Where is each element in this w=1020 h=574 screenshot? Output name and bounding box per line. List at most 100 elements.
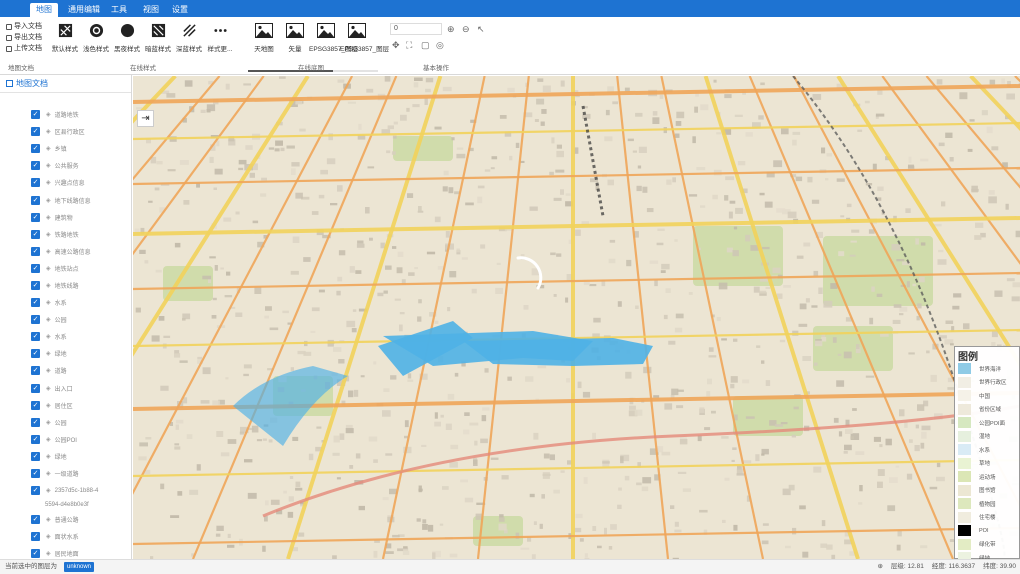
layer-item[interactable]: ✓ ◈ 绿地 <box>0 448 131 465</box>
building <box>908 156 912 163</box>
export-doc-button[interactable]: 导出文档 <box>6 32 42 43</box>
building <box>491 156 498 160</box>
pointer-icon[interactable]: ↖ <box>477 24 485 34</box>
layer-checkbox[interactable]: ✓ <box>31 263 40 273</box>
layer-checkbox[interactable]: ✓ <box>31 366 40 376</box>
layer-item[interactable]: ✓ ◈ 一级道路 <box>0 465 131 482</box>
style-dark-blue-button[interactable]: 暗蓝样式 <box>143 23 173 54</box>
style-more-button[interactable]: 样式更... <box>205 23 235 54</box>
layer-checkbox[interactable]: ✓ <box>31 451 40 461</box>
layer-item[interactable]: ✓ ◈ 道路地铁 <box>0 106 131 123</box>
layer-item[interactable]: ✓ ◈ 公园 <box>0 311 131 328</box>
building <box>367 166 375 169</box>
building <box>574 527 582 533</box>
building <box>635 112 643 117</box>
layer-item[interactable]: ✓ ◈ 区县行政区 <box>0 123 131 140</box>
fit-extent-icon[interactable]: ⛶ <box>406 40 412 50</box>
layer-item[interactable]: ✓ ◈ 兴趣点信息 <box>0 174 131 191</box>
layer-checkbox[interactable]: ✓ <box>31 212 40 222</box>
zoom-out-icon[interactable]: ⊖ <box>462 24 470 34</box>
layer-checkbox[interactable]: ✓ <box>31 486 40 496</box>
building <box>481 415 487 422</box>
layer-checkbox[interactable]: ✓ <box>31 195 40 205</box>
layer-checkbox[interactable]: ✓ <box>31 229 40 239</box>
layer-item[interactable]: ✓ ◈ 居民地面 <box>0 545 131 559</box>
building <box>434 320 439 324</box>
tab-map[interactable]: 地图 <box>30 3 58 17</box>
building <box>753 286 760 293</box>
layer-item[interactable]: ✓ ◈ 地铁站点 <box>0 260 131 277</box>
layer-checkbox[interactable]: ✓ <box>31 515 40 525</box>
tab-view[interactable]: 视图 <box>137 3 165 17</box>
layer-checkbox[interactable]: ✓ <box>31 178 40 188</box>
layer-item[interactable]: ✓ ◈ 出入口 <box>0 380 131 397</box>
map-view[interactable]: ⇥ <box>133 76 1020 559</box>
layer-checkbox[interactable]: ✓ <box>31 532 40 542</box>
style-night-button[interactable]: 黑夜样式 <box>112 23 142 54</box>
tile-epsg3857-button[interactable]: EPSG3857_图层 <box>309 23 358 54</box>
style-deep-blue-button[interactable]: 深蓝样式 <box>174 23 204 54</box>
layer-checkbox[interactable]: ✓ <box>31 469 40 479</box>
tab-settings[interactable]: 设置 <box>166 3 194 17</box>
layer-label: 水系 <box>54 301 67 308</box>
building <box>556 150 564 158</box>
layer-checkbox[interactable]: ✓ <box>31 549 40 559</box>
layer-item[interactable]: ✓ ◈ 普通公路 <box>0 511 131 528</box>
layer-item[interactable]: ✓ ◈ 公园 <box>0 414 131 431</box>
import-doc-button[interactable]: 导入文档 <box>6 21 42 32</box>
tile-vector-button[interactable]: 矢量 <box>278 23 312 54</box>
layer-item[interactable]: ✓ ◈ 道路 <box>0 362 131 379</box>
tab-general-edit[interactable]: 通用编辑 <box>62 3 106 17</box>
layer-checkbox[interactable]: ✓ <box>31 315 40 325</box>
layer-checkbox[interactable]: ✓ <box>31 298 40 308</box>
layer-item[interactable]: ✓ ◈ 高速公路信息 <box>0 243 131 260</box>
tile-epsg3857-b-button[interactable]: EPSG3857_图层 <box>340 23 389 54</box>
layer-checkbox[interactable]: ✓ <box>31 161 40 171</box>
map-canvas[interactable] <box>133 76 1020 559</box>
layer-item[interactable]: ✓ ◈ 建筑物 <box>0 209 131 226</box>
building <box>418 299 422 304</box>
upload-doc-button[interactable]: 上传文档 <box>6 43 42 54</box>
layer-item[interactable]: ✓ ◈ 地铁线路 <box>0 277 131 294</box>
layer-checkbox[interactable]: ✓ <box>31 280 40 290</box>
layer-item[interactable]: ✓ ◈ 面状水系 <box>0 528 131 545</box>
layer-checkbox[interactable]: ✓ <box>31 332 40 342</box>
layer-item[interactable]: ✓ ◈ 地下线路信息 <box>0 191 131 208</box>
layer-item[interactable]: ✓ ◈ 居住区 <box>0 397 131 414</box>
building <box>235 312 243 317</box>
style-default-button[interactable]: 默认样式 <box>50 23 80 54</box>
layer-checkbox[interactable]: ✓ <box>31 127 40 137</box>
building <box>400 114 407 121</box>
layer-checkbox[interactable]: ✓ <box>31 246 40 256</box>
layer-item[interactable]: ✓ ◈ 乡镇 <box>0 140 131 157</box>
layer-checkbox[interactable]: ✓ <box>31 144 40 154</box>
layer-item[interactable]: ✓ ◈ 铁路地铁 <box>0 226 131 243</box>
zoom-in-icon[interactable]: ⊕ <box>447 24 455 34</box>
style-light-button[interactable]: 浅色样式 <box>81 23 111 54</box>
layer-checkbox[interactable]: ✓ <box>31 383 40 393</box>
select-box-icon[interactable]: ▢ <box>421 40 430 50</box>
doc-actions: 导入文档 导出文档 上传文档 <box>6 21 42 54</box>
building <box>268 147 275 150</box>
layer-item[interactable]: ✓ ◈ 公园POI <box>0 431 131 448</box>
zoom-level-input[interactable]: 0 <box>390 23 442 35</box>
building <box>406 107 410 112</box>
building <box>434 412 438 419</box>
layer-checkbox[interactable]: ✓ <box>31 434 40 444</box>
tab-tools[interactable]: 工具 <box>105 3 133 17</box>
tile-tianditu-button[interactable]: 天地图 <box>247 23 281 54</box>
layer-item[interactable]: ✓ ◈ 2357d5c-1b88-4 <box>0 482 131 499</box>
layer-checkbox[interactable]: ✓ <box>31 349 40 359</box>
panel-toggle-button[interactable]: ⇥ <box>137 110 154 127</box>
layer-item[interactable]: ✓ ◈ 公共服务 <box>0 157 131 174</box>
layer-checkbox[interactable]: ✓ <box>31 110 40 120</box>
layer-checkbox[interactable]: ✓ <box>31 417 40 427</box>
measure-icon[interactable]: ◎ <box>436 40 444 50</box>
layer-item[interactable]: ✓ ◈ 水系 <box>0 294 131 311</box>
layer-item[interactable]: ✓ ◈ 水系 <box>0 328 131 345</box>
building <box>682 488 691 492</box>
building <box>699 407 705 413</box>
layer-item[interactable]: ✓ ◈ 绿地 <box>0 345 131 362</box>
pan-icon[interactable]: ✥ <box>392 40 400 50</box>
layer-checkbox[interactable]: ✓ <box>31 400 40 410</box>
